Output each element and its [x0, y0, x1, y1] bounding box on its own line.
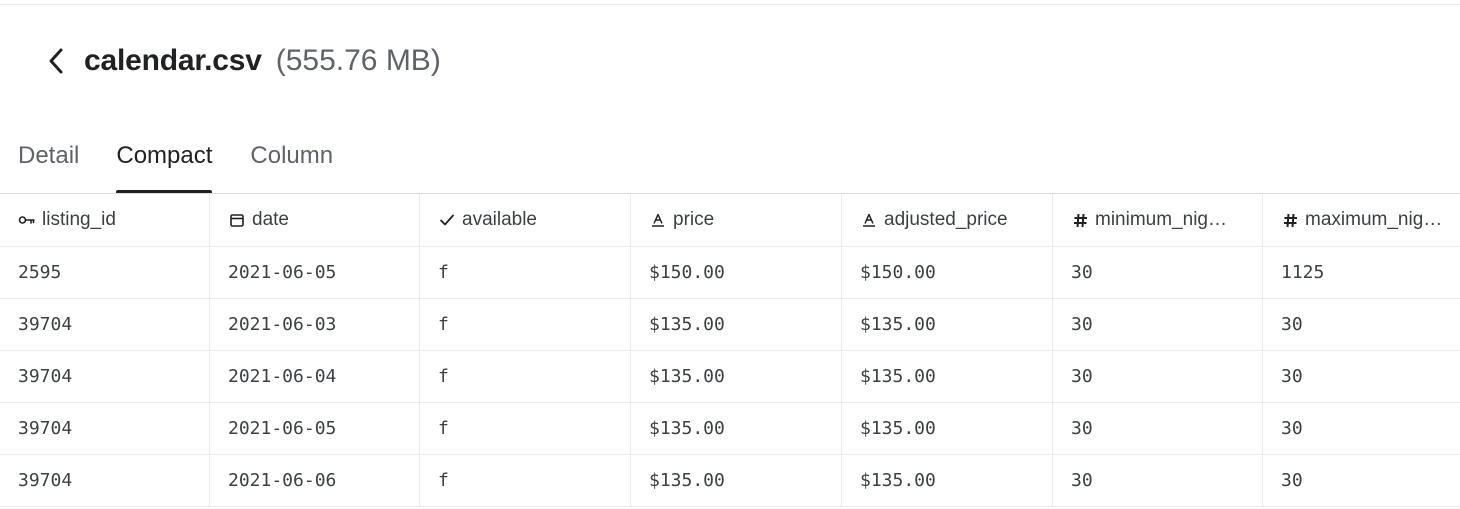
table-cell[interactable]: $150.00 — [842, 247, 1053, 298]
table-row: 39704 2021-06-03 f $135.00 $135.00 30 30 — [0, 299, 1460, 351]
data-table: listing_id date available price adjusted… — [0, 193, 1460, 507]
table-cell[interactable]: 30 — [1263, 351, 1460, 402]
table-cell[interactable]: 30 — [1053, 299, 1263, 350]
file-title: calendar.csv — [84, 44, 262, 77]
top-divider — [0, 4, 1460, 5]
table-cell[interactable]: 2021-06-05 — [210, 403, 420, 454]
chevron-left-icon — [49, 48, 63, 74]
column-header-label: listing_id — [42, 209, 116, 230]
table-cell[interactable]: $135.00 — [631, 299, 842, 350]
hash-icon — [1071, 213, 1089, 228]
table-cell[interactable]: 2021-06-05 — [210, 247, 420, 298]
table-cell[interactable]: 2021-06-03 — [210, 299, 420, 350]
column-header-available[interactable]: available — [420, 194, 631, 246]
column-header-label: minimum_nig… — [1095, 209, 1227, 230]
column-header-listing-id[interactable]: listing_id — [0, 194, 210, 246]
table-cell[interactable]: 2021-06-04 — [210, 351, 420, 402]
table-cell[interactable]: $135.00 — [842, 351, 1053, 402]
table-row: 39704 2021-06-04 f $135.00 $135.00 30 30 — [0, 351, 1460, 403]
table-cell[interactable]: 39704 — [0, 403, 210, 454]
tab-column[interactable]: Column — [250, 134, 333, 193]
table-cell[interactable]: 1125 — [1263, 247, 1460, 298]
tab-detail[interactable]: Detail — [18, 134, 79, 193]
table-cell[interactable]: 30 — [1053, 247, 1263, 298]
file-size: (555.76 MB) — [275, 44, 441, 77]
table-cell[interactable]: 39704 — [0, 299, 210, 350]
table-cell[interactable]: 39704 — [0, 351, 210, 402]
string-type-icon — [860, 213, 878, 227]
tab-label: Compact — [116, 142, 213, 169]
table-cell[interactable]: $135.00 — [631, 351, 842, 402]
column-header-label: date — [252, 209, 289, 230]
table-cell[interactable]: $150.00 — [631, 247, 842, 298]
table-cell[interactable]: 2021-06-06 — [210, 455, 420, 506]
table-row: 2595 2021-06-05 f $150.00 $150.00 30 112… — [0, 247, 1460, 299]
hash-icon — [1281, 213, 1299, 228]
column-header-label: price — [673, 209, 715, 230]
table-cell[interactable]: 2595 — [0, 247, 210, 298]
table-cell[interactable]: 30 — [1053, 455, 1263, 506]
column-header-price[interactable]: price — [631, 194, 842, 246]
table-cell[interactable]: $135.00 — [842, 455, 1053, 506]
calendar-icon — [228, 213, 246, 227]
column-header-label: maximum_nig… — [1305, 209, 1443, 230]
column-header-date[interactable]: date — [210, 194, 420, 246]
table-cell[interactable]: 30 — [1263, 455, 1460, 506]
tab-compact[interactable]: Compact — [116, 134, 213, 193]
view-tabs: Detail Compact Column — [0, 134, 1460, 193]
table-cell[interactable]: 30 — [1053, 403, 1263, 454]
table-cell[interactable]: 30 — [1263, 403, 1460, 454]
table-header-row: listing_id date available price adjusted… — [0, 194, 1460, 247]
table-cell[interactable]: $135.00 — [842, 299, 1053, 350]
table-row: 39704 2021-06-05 f $135.00 $135.00 30 30 — [0, 403, 1460, 455]
check-icon — [438, 213, 456, 227]
column-header-adjusted-price[interactable]: adjusted_price — [842, 194, 1053, 246]
table-cell[interactable]: f — [420, 351, 631, 402]
column-header-maximum-nights[interactable]: maximum_nig… — [1263, 194, 1460, 246]
table-cell[interactable]: 30 — [1053, 351, 1263, 402]
table-cell[interactable]: $135.00 — [631, 403, 842, 454]
table-cell[interactable]: f — [420, 403, 631, 454]
table-cell[interactable]: f — [420, 247, 631, 298]
table-cell[interactable]: $135.00 — [631, 455, 842, 506]
back-button[interactable] — [40, 43, 72, 79]
table-cell[interactable]: f — [420, 455, 631, 506]
column-header-minimum-nights[interactable]: minimum_nig… — [1053, 194, 1263, 246]
table-row: 39704 2021-06-06 f $135.00 $135.00 30 30 — [0, 455, 1460, 507]
key-icon — [18, 214, 36, 226]
table-cell[interactable]: $135.00 — [842, 403, 1053, 454]
column-header-label: adjusted_price — [884, 209, 1008, 230]
table-body: 2595 2021-06-05 f $150.00 $150.00 30 112… — [0, 247, 1460, 507]
string-type-icon — [649, 213, 667, 227]
table-cell[interactable]: 39704 — [0, 455, 210, 506]
column-header-label: available — [462, 209, 537, 230]
tab-label: Detail — [18, 142, 80, 169]
tab-label: Column — [250, 142, 334, 169]
table-cell[interactable]: f — [420, 299, 631, 350]
table-cell[interactable]: 30 — [1263, 299, 1460, 350]
file-header: calendar.csv (555.76 MB) — [40, 38, 441, 84]
